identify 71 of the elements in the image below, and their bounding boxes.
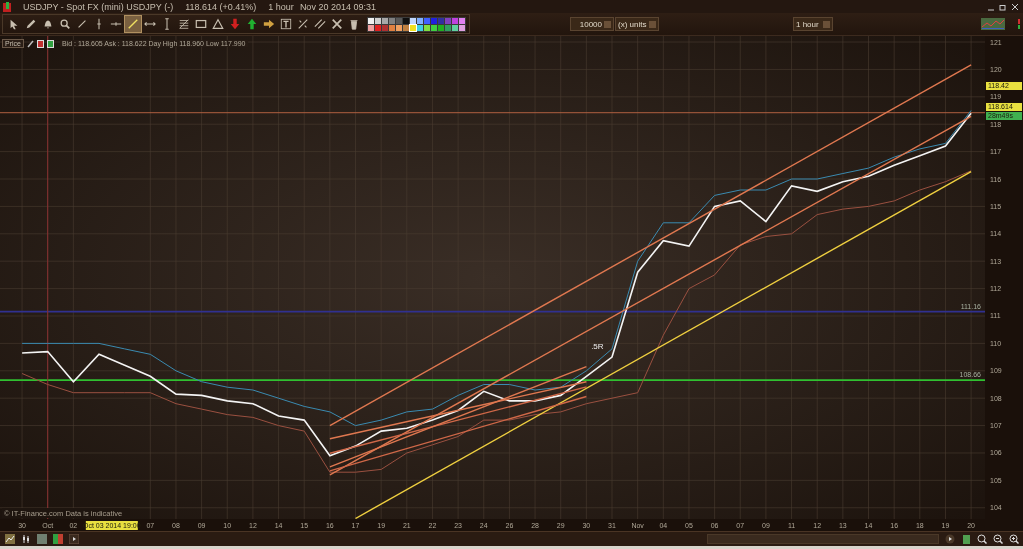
triangle-icon	[212, 18, 224, 30]
indicator-icon[interactable]	[1016, 18, 1022, 30]
crosshair-icon	[297, 18, 309, 30]
color-swatch[interactable]	[438, 24, 444, 31]
down-arrow-icon	[229, 18, 241, 30]
color-swatch[interactable]	[389, 24, 395, 31]
color-swatch[interactable]	[459, 17, 465, 24]
app-icon	[3, 1, 11, 12]
color-swatch[interactable]	[445, 24, 451, 31]
window-title: USDJPY - Spot FX (mini) USDJPY (-)	[23, 1, 174, 12]
trash-icon	[348, 18, 360, 30]
candles-icon[interactable]	[21, 534, 31, 544]
close-icon[interactable]	[1011, 2, 1019, 11]
color-swatch[interactable]	[375, 17, 381, 24]
color-swatch[interactable]	[424, 17, 430, 24]
document-icon[interactable]	[36, 39, 44, 48]
scroll-right-icon[interactable]	[945, 534, 955, 544]
color-swatch[interactable]	[452, 24, 458, 31]
color-swatch[interactable]	[452, 17, 458, 24]
caret-icon	[823, 20, 830, 28]
quantity-field[interactable]: 10000	[570, 17, 614, 31]
zoom-in-icon[interactable]	[1009, 534, 1019, 544]
color-swatch[interactable]	[396, 24, 402, 31]
interval-label: 1 hour	[268, 1, 294, 12]
color-swatch[interactable]	[445, 17, 451, 24]
units-dropdown[interactable]: (x) units	[615, 17, 659, 31]
color-swatch[interactable]	[382, 17, 388, 24]
color-swatch[interactable]	[417, 24, 423, 31]
pointer-icon	[8, 18, 20, 30]
text-icon	[280, 18, 292, 30]
triangle-tool[interactable]	[210, 16, 226, 32]
color-swatch[interactable]	[410, 24, 416, 31]
restore-icon[interactable]	[999, 2, 1007, 11]
color-swatch[interactable]	[424, 24, 430, 31]
color-swatch[interactable]	[431, 17, 437, 24]
color-swatch[interactable]	[368, 24, 374, 31]
color-swatch[interactable]	[403, 24, 409, 31]
bell-icon	[42, 18, 54, 30]
caret-icon	[649, 20, 656, 28]
color-swatch[interactable]	[368, 17, 374, 24]
chart-icon[interactable]	[5, 534, 15, 544]
rectangle-icon	[195, 18, 207, 30]
trend-line-tool[interactable]	[125, 16, 141, 32]
pencil-icon	[25, 18, 37, 30]
range-label: .5R	[591, 342, 604, 352]
right-arrow-icon	[263, 18, 275, 30]
color-swatch[interactable]	[382, 24, 388, 31]
magnifier-icon	[59, 18, 71, 30]
segment-icon	[76, 18, 88, 30]
timeframe-dropdown[interactable]: 1 hour	[793, 17, 833, 31]
color-swatch[interactable]	[389, 17, 395, 24]
timestamp: Nov 20 2014 09:31	[299, 1, 376, 12]
parallel-icon	[314, 18, 326, 30]
quote-change: 118.614 (+0.41%)	[185, 1, 257, 12]
chart-thumbnail-icon[interactable]	[981, 18, 1005, 30]
zoom-fit-icon[interactable]	[977, 534, 987, 544]
fibonacci-icon	[178, 18, 190, 30]
trend-line-icon	[127, 18, 139, 30]
color-swatch[interactable]	[396, 17, 402, 24]
color-swatch[interactable]	[459, 24, 465, 31]
color-swatch[interactable]	[417, 17, 423, 24]
color-swatch[interactable]	[403, 17, 409, 24]
up-arrow-icon	[246, 18, 258, 30]
color-swatch[interactable]	[431, 24, 437, 31]
color-swatch[interactable]	[375, 24, 381, 31]
zoom-out-icon[interactable]	[993, 534, 1003, 544]
text-tool[interactable]	[278, 16, 294, 32]
color-swatch[interactable]	[438, 17, 444, 24]
expand-icon[interactable]	[69, 534, 79, 544]
color-swatch[interactable]	[410, 17, 416, 24]
scrollbar[interactable]	[707, 534, 939, 544]
